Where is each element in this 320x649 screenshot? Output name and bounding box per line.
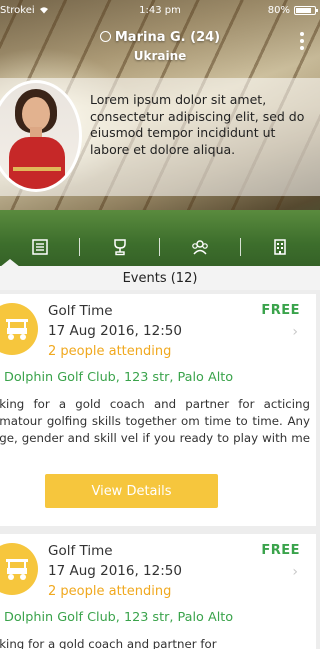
status-right: 80% <box>267 4 318 16</box>
building-icon <box>274 239 287 255</box>
profile-country: Ukraine <box>133 49 187 63</box>
golf-cart-icon <box>6 319 28 340</box>
event-title: Golf Time <box>48 303 113 319</box>
profile-name: Marina G. (24) <box>0 30 320 45</box>
battery-percent: 80% <box>267 4 290 16</box>
event-location[interactable]: Dolphin Golf Club, 123 str, Palo Alto <box>4 610 233 625</box>
event-description: oking for a gold coach and partner for <box>0 637 217 649</box>
event-location[interactable]: Dolphin Golf Club, 123 str, Palo Alto <box>4 370 233 385</box>
online-status-icon <box>99 31 111 42</box>
chevron-right-icon[interactable]: › <box>292 324 298 340</box>
chevron-right-icon[interactable]: › <box>292 564 298 580</box>
trophy-icon <box>114 239 126 256</box>
event-price: FREE <box>261 303 300 318</box>
event-price: FREE <box>261 543 300 558</box>
battery-icon <box>294 5 318 15</box>
profile-tab-bar <box>0 228 320 266</box>
more-options-icon[interactable] <box>300 32 306 50</box>
event-date: 17 Aug 2016, 12:50 <box>48 323 182 339</box>
view-details-button[interactable]: View Details <box>45 474 218 508</box>
event-date: 17 Aug 2016, 12:50 <box>48 563 182 579</box>
profile-bio: Lorem ipsum dolor sit amet, consectetur … <box>90 92 305 157</box>
events-header: Events (12) <box>0 266 320 290</box>
tab-group[interactable] <box>160 228 239 266</box>
status-bar: Strokei 1:43 pm 80% <box>0 0 320 20</box>
tab-building[interactable] <box>241 228 320 266</box>
group-icon <box>192 240 208 255</box>
event-title: Golf Time <box>48 543 113 559</box>
tab-list[interactable] <box>0 228 79 266</box>
event-attending: 2 people attending <box>48 344 172 359</box>
event-attending: 2 people attending <box>48 584 172 599</box>
tab-trophy[interactable] <box>80 228 159 266</box>
golf-cart-icon <box>6 559 28 580</box>
event-card[interactable]: Golf Time 17 Aug 2016, 12:50 2 people at… <box>0 534 316 649</box>
profile-name-text: Marina G. (24) <box>114 30 221 45</box>
event-category-badge <box>0 543 38 595</box>
event-category-badge <box>0 303 38 355</box>
event-description: oking for a gold coach and partner for a… <box>0 397 310 462</box>
list-icon <box>31 239 48 255</box>
event-card[interactable]: Golf Time 17 Aug 2016, 12:50 2 people at… <box>0 294 316 526</box>
